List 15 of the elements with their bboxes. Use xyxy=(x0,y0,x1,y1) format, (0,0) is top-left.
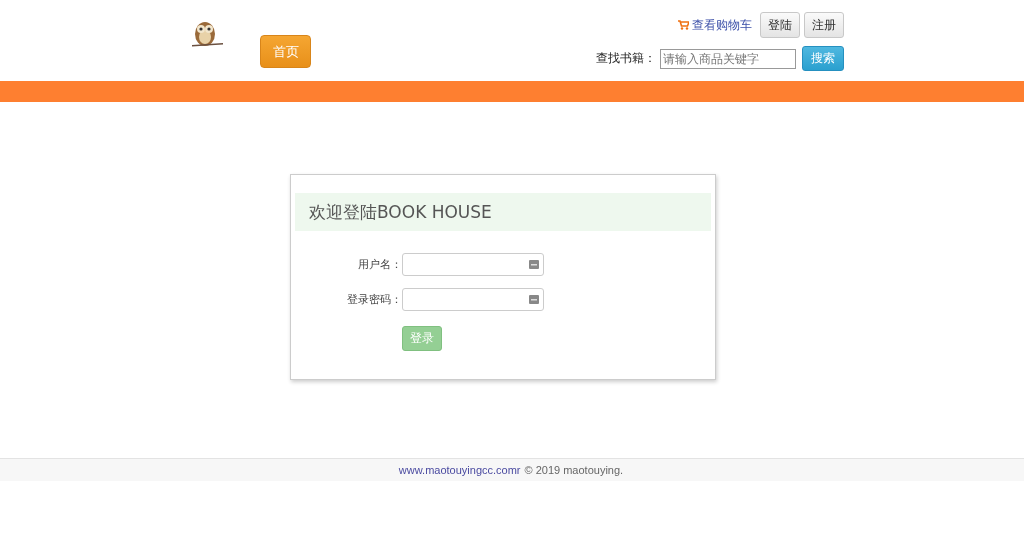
field-label: 登录密码： xyxy=(346,292,402,307)
cart-icon xyxy=(678,20,689,30)
search-label: 查找书籍： xyxy=(596,50,656,67)
search-field[interactable]: 请输入商品关键字 xyxy=(660,48,796,69)
register-button[interactable]: 注册 xyxy=(804,12,844,38)
cart-link[interactable]: 查看购物车 xyxy=(678,16,752,34)
copyright-text: © 2019 maotouying. xyxy=(524,464,624,476)
footer-link[interactable]: www.maotouyingcc.comr xyxy=(398,464,521,476)
key-icon[interactable] xyxy=(529,295,539,304)
field-label: 用户名： xyxy=(357,257,402,272)
input-field[interactable] xyxy=(402,253,544,276)
key-icon[interactable] xyxy=(529,260,539,269)
login-button[interactable]: 登陆 xyxy=(760,12,800,38)
input-field[interactable] xyxy=(402,288,544,311)
login-title: 欢迎登陆BOOK HOUSE xyxy=(295,193,711,231)
